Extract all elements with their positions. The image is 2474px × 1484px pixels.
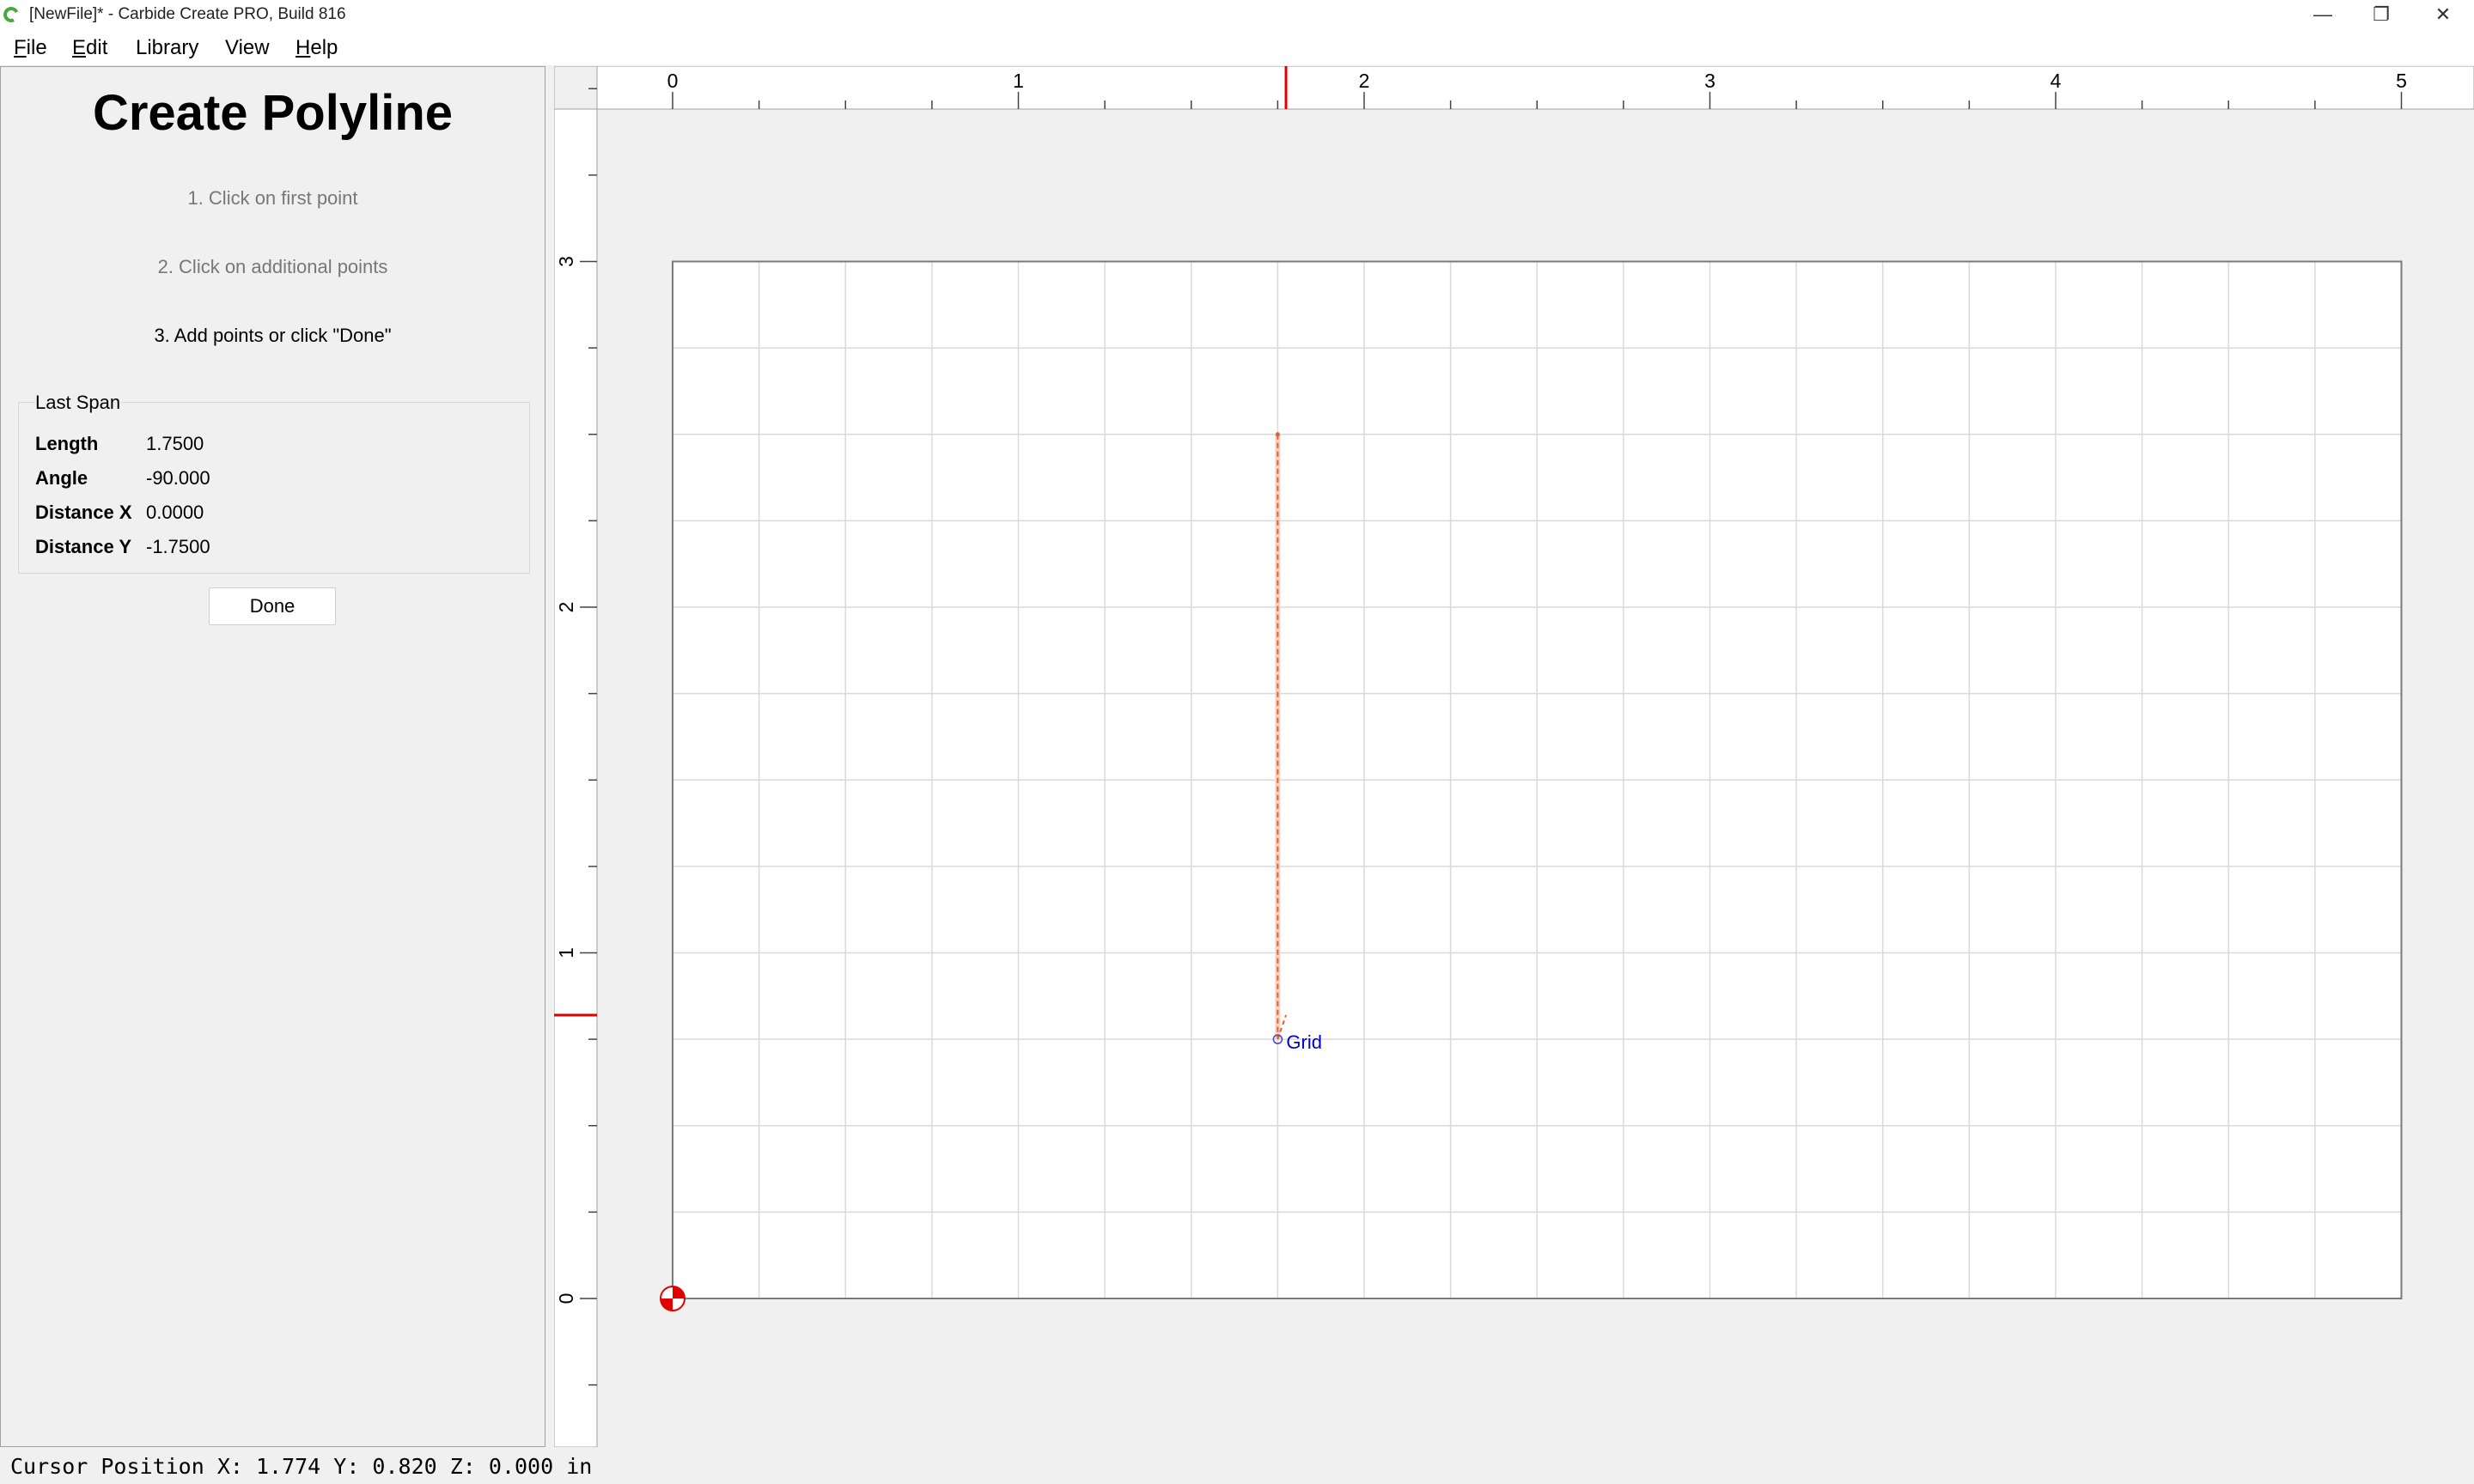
close-icon[interactable]: ✕ [2414, 0, 2472, 31]
x-ruler-label: 5 [2396, 70, 2407, 92]
step-3-text: 3. Add points or click "Done" [154, 325, 392, 346]
y-ruler-label: 2 [555, 602, 577, 613]
done-button[interactable]: Done [209, 587, 336, 625]
x-ruler-label: 2 [1359, 70, 1370, 92]
menu-bar: File Edit Library View Help [0, 31, 2474, 65]
title-bar: [NewFile]* - Carbide Create PRO, Build 8… [0, 0, 2474, 31]
y-ruler-label: 0 [555, 1293, 577, 1305]
restore-icon[interactable]: ❐ [2352, 0, 2410, 31]
minimize-icon[interactable]: — [2294, 0, 2352, 31]
design-canvas[interactable]: 0 1 2 3 4 5 0 1 2 3 Grid [553, 65, 2474, 1448]
snap-label: Grid [1286, 1031, 1322, 1053]
status-bar: Cursor Position X: 1.774 Y: 0.820 Z: 0.0… [0, 1450, 2474, 1484]
design-canvas-area[interactable]: 0 1 2 3 4 5 0 1 2 3 Grid [553, 65, 2474, 1448]
carbide-create-app-icon [1, 4, 21, 25]
distance-y-label: Distance Y [35, 536, 132, 557]
menu-file[interactable]: File [14, 36, 47, 60]
x-ruler-label: 1 [1013, 70, 1024, 92]
x-ruler-label: 4 [2050, 70, 2062, 92]
vertical-ruler [553, 65, 598, 1448]
menu-view[interactable]: View [225, 36, 270, 60]
origin-icon-quadrant [661, 1298, 673, 1311]
step-1-text: 1. Click on first point [187, 187, 358, 209]
distance-x-label: Distance X [35, 502, 132, 523]
y-ruler-label: 1 [555, 947, 577, 958]
distance-y-value: -1.7500 [146, 536, 210, 557]
tool-panel: Create Polyline 1. Click on first point … [0, 66, 545, 1447]
length-label: Length [35, 433, 99, 454]
horizontal-ruler [553, 65, 2474, 110]
x-ruler-label: 0 [667, 70, 679, 92]
cursor-position-readout: Cursor Position X: 1.774 Y: 0.820 Z: 0.0… [10, 1454, 593, 1479]
y-ruler-label: 3 [555, 256, 577, 267]
menu-help[interactable]: Help [296, 36, 338, 60]
angle-value: -90.000 [146, 467, 210, 489]
angle-label: Angle [35, 467, 88, 489]
panel-title: Create Polyline [92, 85, 454, 141]
x-ruler-label: 3 [1704, 70, 1715, 92]
ruler-corner [553, 65, 598, 110]
window-title: [NewFile]* - Carbide Create PRO, Build 8… [29, 5, 346, 23]
step-2-text: 2. Click on additional points [157, 256, 388, 277]
distance-x-value: 0.0000 [146, 502, 204, 523]
menu-library[interactable]: Library [136, 36, 198, 60]
length-value: 1.7500 [146, 433, 204, 454]
polyline-start-point [1275, 432, 1280, 437]
last-span-title: Last Span [35, 392, 121, 414]
menu-edit[interactable]: Edit [72, 36, 107, 60]
